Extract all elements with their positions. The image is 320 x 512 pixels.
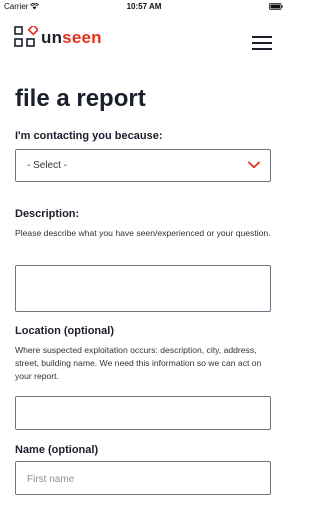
location-label: Location (optional) <box>15 325 114 337</box>
first-name-placeholder: First name <box>27 474 75 485</box>
page-title: file a report <box>15 85 146 112</box>
description-textarea[interactable] <box>15 265 271 312</box>
logo-wordmark-accent: seen <box>62 28 102 47</box>
battery-icon <box>269 3 283 10</box>
description-label: Description: <box>15 208 80 220</box>
description-helper-text: Please describe what you have seen/exper… <box>15 228 271 238</box>
location-input[interactable] <box>15 396 271 430</box>
status-bar: Carrier 10:57 AM <box>0 0 288 14</box>
hamburger-icon-bar-middle <box>252 42 272 44</box>
app-header: unseen <box>0 24 288 56</box>
name-label: Name (optional) <box>15 444 99 456</box>
chevron-down-icon <box>248 161 260 169</box>
logo-squares-icon <box>14 26 38 47</box>
status-time: 10:57 AM <box>126 2 162 11</box>
hamburger-icon-bar-bottom <box>252 48 272 50</box>
unseen-logo[interactable]: unseen <box>14 26 102 50</box>
reason-select[interactable]: - Select - <box>15 149 271 182</box>
logo-wordmark-main: un <box>41 28 63 47</box>
reason-select-value: - Select - <box>27 160 68 171</box>
hamburger-menu-button[interactable] <box>252 34 274 50</box>
location-helper-text: Where suspected exploitation occurs: des… <box>15 345 262 381</box>
first-name-input[interactable]: First name <box>15 461 271 495</box>
logo-wordmark: unseen <box>41 28 102 48</box>
hamburger-icon-bar-top <box>252 36 272 38</box>
reason-label: I'm contacting you because: <box>15 130 163 142</box>
